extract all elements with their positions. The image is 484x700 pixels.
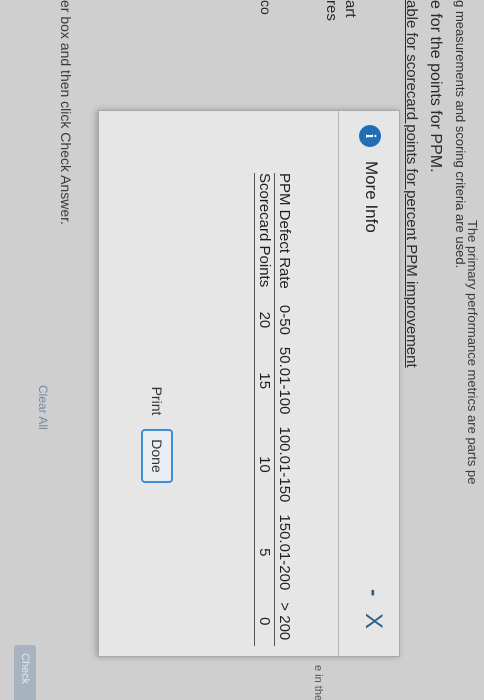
more-info-dialog: i More Info - X PPM Defect Rate 0-50 50.… (98, 110, 400, 657)
print-button[interactable]: Print (145, 381, 169, 421)
background-ppm-heading: e for the points for PPM. (427, 0, 444, 173)
table-cell: 20 (254, 298, 275, 341)
answer-instruction: er box and then click Check Answer. (58, 0, 74, 225)
row-label: PPM Defect Rate (274, 173, 294, 299)
done-button[interactable]: Done (141, 429, 173, 483)
table-row: PPM Defect Rate 0-50 50.01-100 100.01-15… (274, 173, 294, 647)
background-metrics-fragment: The primary performance metrics are part… (465, 220, 480, 485)
background-right-fragment: e in the p (312, 665, 324, 700)
info-icon: i (359, 125, 381, 147)
dialog-title: More Info (362, 161, 381, 233)
background-left-fragment: art (342, 0, 359, 18)
clear-all-button[interactable]: Clear All (36, 385, 50, 430)
table-row: Scorecard Points 20 15 10 5 0 (254, 173, 275, 647)
rotated-screen: ing measurements and scoring criteria ar… (0, 0, 484, 700)
table-cell: 0 (254, 596, 275, 647)
table-cell: 0-50 (274, 298, 294, 341)
row-label: Scorecard Points (254, 173, 275, 299)
table-cell: 15 (254, 340, 275, 421)
header-divider (338, 111, 339, 656)
table-cell: 100.01-150 (274, 420, 294, 509)
table-cell: 150.01-200 (274, 508, 294, 597)
background-left-fragment: res (323, 0, 340, 21)
dialog-header: i More Info - X (339, 111, 399, 656)
table-cell: > 200 (274, 596, 294, 647)
close-icon[interactable]: X (359, 613, 387, 629)
background-table-link[interactable]: able for scorecard points for percent PP… (403, 0, 420, 368)
table-cell: 5 (254, 508, 275, 597)
table-cell: 10 (254, 420, 275, 509)
check-answer-button[interactable]: Check (14, 645, 36, 700)
background-left-fragment: co (258, 0, 274, 15)
table-cell: 50.01-100 (274, 340, 294, 421)
ppm-scorecard-table: PPM Defect Rate 0-50 50.01-100 100.01-15… (254, 173, 294, 647)
minimize-icon[interactable]: - (361, 589, 387, 596)
